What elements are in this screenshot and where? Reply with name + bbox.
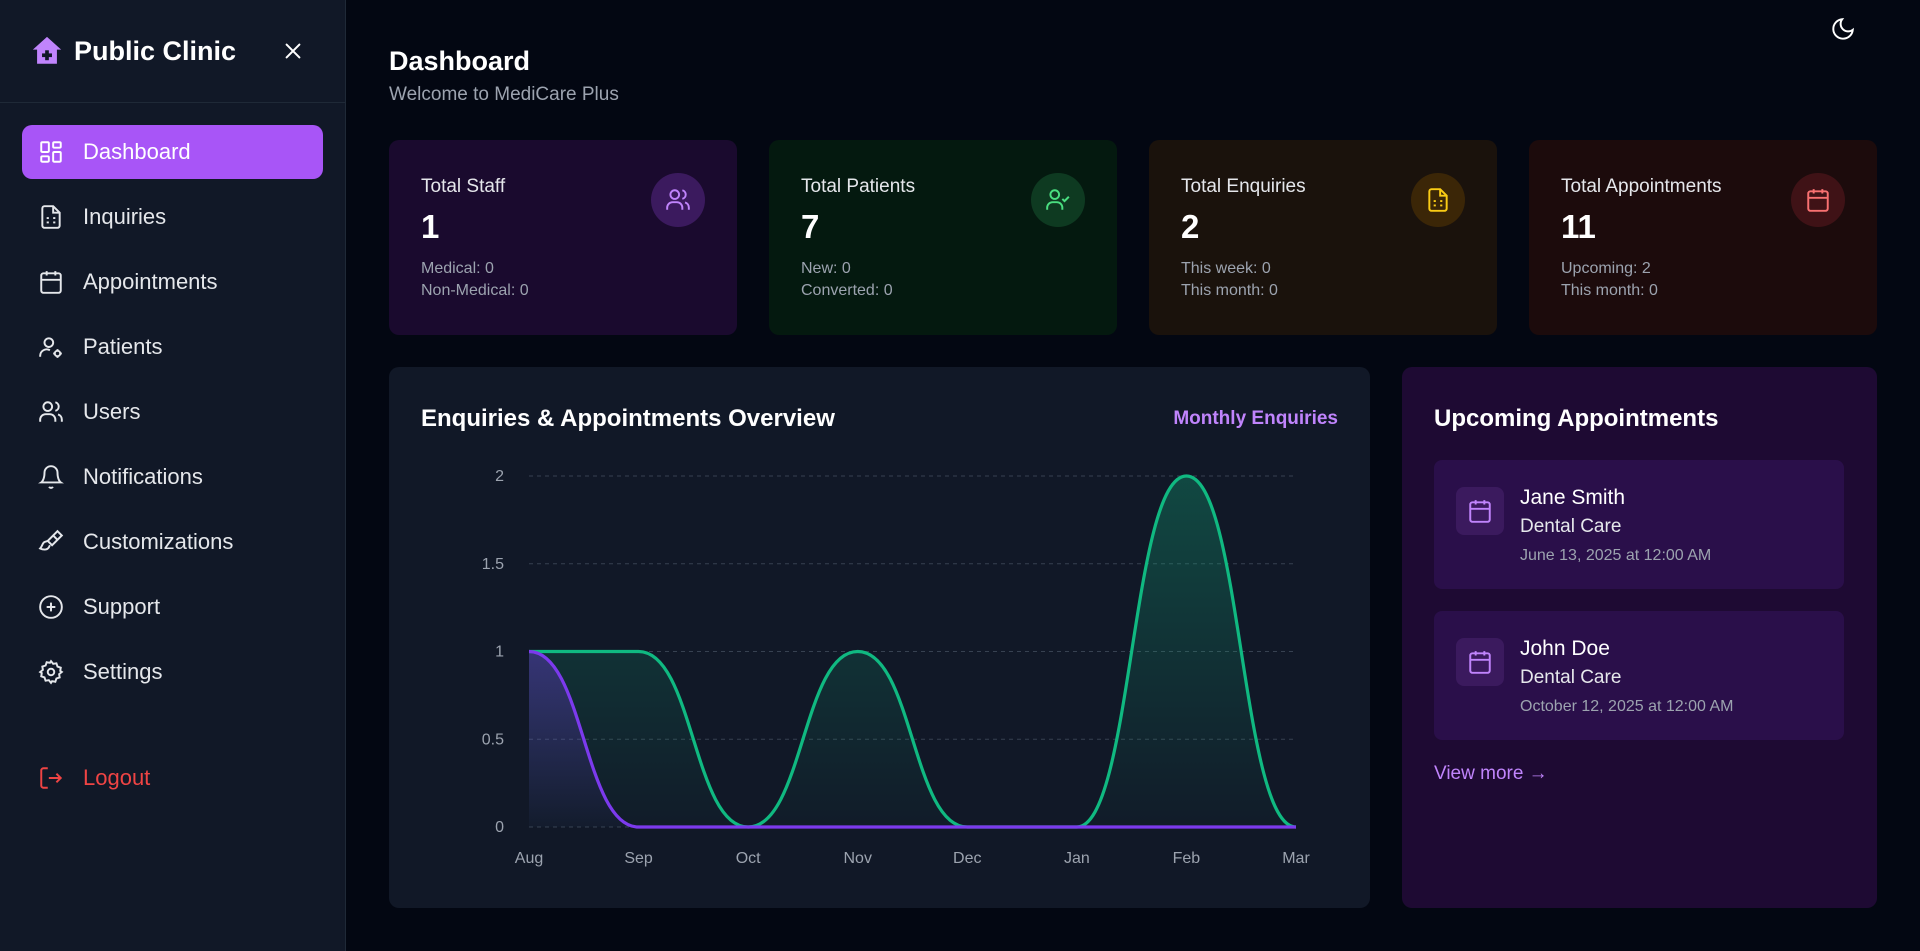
sidebar-item-customizations[interactable]: Customizations: [22, 515, 323, 569]
overview-chart: 0 0.5 1 1.5 2 Aug Sep Oct Nov Dec Jan Feb Mar: [482, 468, 1311, 867]
x-tick-label: Oct: [736, 850, 761, 867]
x-tick-label: Mar: [1282, 850, 1310, 867]
x-tick-label: Sep: [624, 850, 653, 867]
dark-mode-toggle-icon[interactable]: [1830, 16, 1856, 42]
document-icon: [1411, 173, 1465, 227]
brush-icon: [38, 529, 64, 555]
page-title: Dashboard: [389, 46, 531, 76]
sidebar: Public Clinic Dashboard Inquiries Appoin…: [0, 0, 346, 951]
sidebar-item-support[interactable]: Support: [22, 580, 323, 634]
gear-icon: [38, 659, 64, 685]
stat-card-enquiries: Total Enquiries 2 This week: 0 This mont…: [1149, 140, 1497, 335]
sidebar-nav: Dashboard Inquiries Appointments Patient…: [0, 103, 345, 699]
y-tick-label: 1.5: [482, 556, 504, 573]
dashboard-icon: [38, 139, 64, 165]
sidebar-item-label: Dashboard: [83, 139, 191, 164]
appointment-date: June 13, 2025 at 12:00 AM: [1520, 547, 1712, 564]
stat-sub-line: Upcoming: 2: [1561, 260, 1651, 277]
sidebar-item-patients[interactable]: Patients: [22, 320, 323, 374]
stat-sub-line: New: 0: [801, 260, 851, 277]
upcoming-appointments-card: Upcoming Appointments Jane Smith Dental …: [1402, 367, 1877, 908]
appointment-service: Dental Care: [1520, 667, 1622, 688]
stat-sub-line: Non-Medical: 0: [421, 282, 529, 299]
stat-sub-line: This month: 0: [1561, 282, 1658, 299]
stat-sub-line: Converted: 0: [801, 282, 893, 299]
stat-sub-line: This week: 0: [1181, 260, 1271, 277]
sidebar-item-inquiries[interactable]: Inquiries: [22, 190, 323, 244]
sidebar-item-label: Inquiries: [83, 204, 167, 229]
logout-label: Logout: [83, 765, 151, 790]
sidebar-item-dashboard[interactable]: Dashboard: [22, 125, 323, 179]
users-icon: [38, 399, 64, 425]
brand-title: Public Clinic: [74, 35, 237, 66]
user-check-icon: [1031, 173, 1085, 227]
page-subtitle: Welcome to MediCare Plus: [389, 84, 619, 105]
sidebar-item-label: Notifications: [83, 464, 203, 489]
sidebar-item-label: Appointments: [83, 269, 218, 294]
sidebar-item-label: Users: [83, 399, 141, 424]
brand-header: Public Clinic: [0, 0, 345, 103]
calendar-icon: [1791, 173, 1845, 227]
users-icon: [651, 173, 705, 227]
x-tick-label: Aug: [515, 850, 543, 867]
sidebar-item-label: Patients: [83, 334, 163, 359]
stat-sub-line: Medical: 0: [421, 260, 494, 277]
overview-chart-card: Enquiries & Appointments Overview Monthl…: [389, 367, 1370, 908]
sidebar-item-notifications[interactable]: Notifications: [22, 450, 323, 504]
y-tick-label: 1: [495, 644, 504, 661]
sidebar-item-settings[interactable]: Settings: [22, 645, 323, 699]
sidebar-item-label: Settings: [83, 659, 163, 684]
sidebar-item-appointments[interactable]: Appointments: [22, 255, 323, 309]
document-icon: [38, 204, 64, 230]
y-tick-label: 2: [495, 468, 504, 485]
y-tick-label: 0: [495, 819, 504, 836]
appointment-item[interactable]: Jane Smith Dental Care June 13, 2025 at …: [1434, 460, 1844, 589]
logout-button[interactable]: Logout: [22, 751, 324, 805]
calendar-icon: [38, 269, 64, 295]
appointment-patient-name: Jane Smith: [1520, 486, 1626, 509]
y-tick-label: 0.5: [482, 731, 504, 748]
appointment-service: Dental Care: [1520, 516, 1622, 537]
user-gear-icon: [38, 334, 64, 360]
stat-card-appointments: Total Appointments 11 Upcoming: 2 This m…: [1529, 140, 1877, 335]
plus-circle-icon: [38, 594, 64, 620]
view-more-link[interactable]: View more →: [1434, 763, 1548, 785]
bell-icon: [38, 464, 64, 490]
logout-icon: [38, 765, 64, 791]
clinic-home-icon: [30, 34, 64, 68]
x-tick-label: Jan: [1064, 850, 1090, 867]
appointments-title: Upcoming Appointments: [1434, 405, 1719, 432]
close-sidebar-icon[interactable]: [280, 38, 306, 64]
appointment-date: October 12, 2025 at 12:00 AM: [1520, 698, 1734, 715]
x-tick-label: Feb: [1173, 850, 1201, 867]
sidebar-item-label: Support: [83, 594, 161, 619]
appointment-item[interactable]: John Doe Dental Care October 12, 2025 at…: [1434, 611, 1844, 740]
x-tick-label: Nov: [843, 850, 871, 867]
sidebar-item-users[interactable]: Users: [22, 385, 323, 439]
stat-card-patients: Total Patients 7 New: 0 Converted: 0: [769, 140, 1117, 335]
stat-sub-line: This month: 0: [1181, 282, 1278, 299]
stat-card-staff: Total Staff 1 Medical: 0 Non-Medical: 0: [389, 140, 737, 335]
x-tick-label: Dec: [953, 850, 981, 867]
sidebar-item-label: Customizations: [83, 529, 234, 554]
appointment-patient-name: John Doe: [1520, 637, 1610, 660]
calendar-icon: [1456, 487, 1504, 535]
calendar-icon: [1456, 638, 1504, 686]
